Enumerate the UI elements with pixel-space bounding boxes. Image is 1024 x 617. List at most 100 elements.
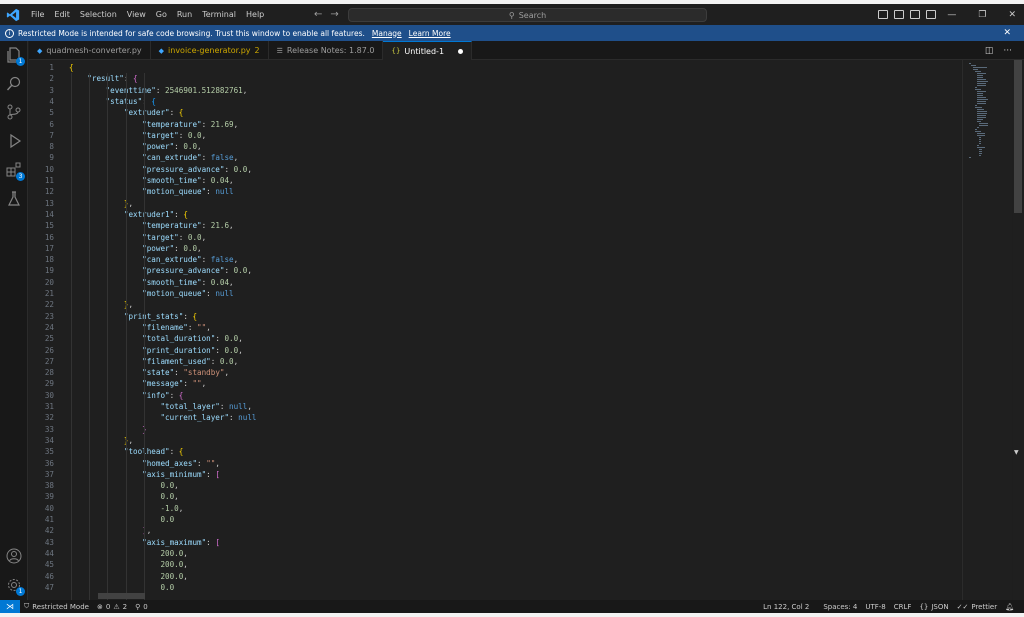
code-line[interactable]: 15 "temperature": 21.6,: [29, 220, 961, 231]
toggle-panel-icon[interactable]: [894, 10, 904, 19]
code-line[interactable]: 37 "axis_minimum": [: [29, 469, 961, 480]
split-editor-icon[interactable]: ◫: [985, 46, 994, 56]
code-line[interactable]: 21 "motion_queue": null: [29, 288, 961, 299]
code-line[interactable]: 8 "power": 0.0,: [29, 141, 961, 152]
close-window-icon[interactable]: ✕: [1008, 10, 1016, 20]
menu-item-go[interactable]: Go: [151, 4, 172, 25]
code-line[interactable]: 20 "smooth_time": 0.04,: [29, 277, 961, 288]
code-line[interactable]: 6 "temperature": 21.69,: [29, 119, 961, 130]
manage-gear-icon[interactable]: 1: [6, 577, 25, 596]
code-line[interactable]: 27 "filament_used": 0.0,: [29, 356, 961, 367]
code-line[interactable]: 4 "status": {: [29, 96, 961, 107]
remote-indicator-icon[interactable]: ⋊: [0, 600, 20, 613]
code-line[interactable]: 10 "pressure_advance": 0.0,: [29, 164, 961, 175]
code-line[interactable]: 45 200.0,: [29, 559, 961, 570]
code-line[interactable]: 9 "can_extrude": false,: [29, 152, 961, 163]
code-line[interactable]: 39 0.0,: [29, 491, 961, 502]
cursor-position[interactable]: Ln 122, Col 2: [759, 603, 813, 611]
menu-item-file[interactable]: File: [26, 4, 49, 25]
unsaved-dot-icon[interactable]: [458, 48, 464, 54]
code-line[interactable]: 26 "print_duration": 0.0,: [29, 345, 961, 356]
source-control-icon[interactable]: [6, 104, 22, 120]
code-line[interactable]: 34 },: [29, 435, 961, 446]
code-line[interactable]: 7 "target": 0.0,: [29, 130, 961, 141]
indentation[interactable]: Spaces: 4: [819, 603, 861, 611]
code-line[interactable]: 14 "extruder1": {: [29, 209, 961, 220]
code-line[interactable]: 24 "filename": "",: [29, 322, 961, 333]
tab-quadmesh-converter[interactable]: ◆ quadmesh-converter.py: [29, 41, 151, 60]
code-line[interactable]: 40 -1.0,: [29, 503, 961, 514]
code-line[interactable]: 5 "extruder": {: [29, 107, 961, 118]
forward-arrow-icon[interactable]: →: [330, 9, 338, 20]
restore-icon[interactable]: ❐: [978, 10, 986, 20]
code-line[interactable]: 2 "result": {: [29, 73, 961, 84]
language-mode[interactable]: {} JSON: [915, 603, 952, 611]
code-line[interactable]: 36 "homed_axes": "",: [29, 458, 961, 469]
code-line[interactable]: 43 "axis_maximum": [: [29, 537, 961, 548]
code-line[interactable]: 35 "toolhead": {: [29, 446, 961, 457]
restricted-mode-status[interactable]: ⛉ Restricted Mode: [20, 602, 93, 611]
toggle-secondary-sidebar-icon[interactable]: [910, 10, 920, 19]
code-line[interactable]: 41 0.0: [29, 514, 961, 525]
code-line[interactable]: 29 "message": "",: [29, 378, 961, 389]
code-line[interactable]: 22 },: [29, 299, 961, 310]
line-text: "pressure_advance": 0.0,: [142, 266, 252, 276]
code-line[interactable]: 46 200.0,: [29, 571, 961, 582]
code-line[interactable]: 47 0.0: [29, 582, 961, 593]
editor-tab-bar: ◆ quadmesh-converter.py ◆ invoice-genera…: [29, 41, 1024, 60]
menu-item-edit[interactable]: Edit: [49, 4, 75, 25]
tab-invoice-generator[interactable]: ◆ invoice-generator.py 2: [151, 41, 269, 60]
code-line[interactable]: 32 "current_layer": null: [29, 412, 961, 423]
menu-item-selection[interactable]: Selection: [75, 4, 122, 25]
code-line[interactable]: 33 }: [29, 424, 961, 435]
code-line[interactable]: 44 200.0,: [29, 548, 961, 559]
code-line[interactable]: 12 "motion_queue": null: [29, 186, 961, 197]
code-line[interactable]: 25 "total_duration": 0.0,: [29, 333, 961, 344]
command-center-search[interactable]: ⚲ Search: [348, 8, 707, 22]
menu-item-run[interactable]: Run: [172, 4, 197, 25]
end-of-line[interactable]: CRLF: [890, 603, 916, 611]
minimap[interactable]: [962, 60, 1012, 600]
menu-item-help[interactable]: Help: [241, 4, 269, 25]
extensions-icon[interactable]: 3: [6, 162, 25, 181]
run-debug-icon[interactable]: [6, 133, 22, 149]
encoding[interactable]: UTF-8: [861, 603, 889, 611]
ports-status[interactable]: ⚲ 0: [131, 603, 152, 611]
code-line[interactable]: 28 "state": "standby",: [29, 367, 961, 378]
code-line[interactable]: 23 "print_stats": {: [29, 311, 961, 322]
code-line[interactable]: 1{: [29, 62, 961, 73]
code-line[interactable]: 11 "smooth_time": 0.04,: [29, 175, 961, 186]
horizontal-scrollbar-thumb[interactable]: [98, 593, 145, 599]
code-line[interactable]: 3 "eventtime": 2546901.512882761,: [29, 85, 961, 96]
code-line[interactable]: 38 0.0,: [29, 480, 961, 491]
code-editor[interactable]: 1{2 "result": {3 "eventtime": 2546901.51…: [29, 60, 961, 600]
testing-icon[interactable]: [6, 191, 22, 207]
customize-layout-icon[interactable]: [926, 10, 936, 19]
code-line[interactable]: 42 ],: [29, 525, 961, 536]
search-view-icon[interactable]: [6, 76, 22, 92]
code-line[interactable]: 31 "total_layer": null,: [29, 401, 961, 412]
back-arrow-icon[interactable]: ←: [314, 9, 322, 20]
accounts-icon[interactable]: [6, 548, 22, 564]
code-line[interactable]: 30 "info": {: [29, 390, 961, 401]
code-line[interactable]: 16 "target": 0.0,: [29, 232, 961, 243]
vertical-scrollbar-thumb[interactable]: [1014, 60, 1022, 213]
tab-release-notes[interactable]: ☰ Release Notes: 1.87.0: [269, 41, 384, 60]
menu-item-view[interactable]: View: [122, 4, 151, 25]
minimize-icon[interactable]: —: [947, 10, 956, 20]
code-line[interactable]: 17 "power": 0.0,: [29, 243, 961, 254]
more-actions-icon[interactable]: ···: [1003, 46, 1012, 56]
manage-link[interactable]: Manage: [372, 29, 402, 38]
banner-close-icon[interactable]: ✕: [1003, 28, 1011, 38]
toggle-primary-sidebar-icon[interactable]: [878, 10, 888, 19]
problems-status[interactable]: ⊗ 0 ⚠ 2: [93, 603, 131, 611]
tab-untitled-1[interactable]: {} Untitled-1: [383, 41, 473, 60]
notifications-bell-icon[interactable]: 🔔︎: [1001, 603, 1018, 611]
menu-item-terminal[interactable]: Terminal: [197, 4, 241, 25]
code-line[interactable]: 13 },: [29, 198, 961, 209]
learn-more-link[interactable]: Learn More: [409, 29, 451, 38]
code-line[interactable]: 18 "can_extrude": false,: [29, 254, 961, 265]
explorer-icon[interactable]: 1: [6, 47, 25, 66]
prettier-status[interactable]: ✓✓ Prettier: [953, 603, 1001, 611]
code-line[interactable]: 19 "pressure_advance": 0.0,: [29, 265, 961, 276]
